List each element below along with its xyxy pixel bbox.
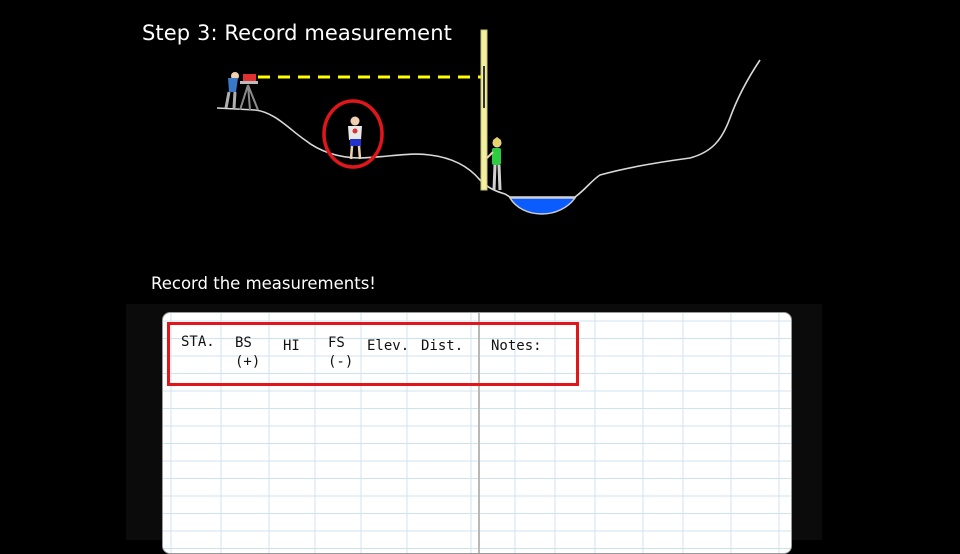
column-header-fs: FS (-) — [328, 334, 353, 372]
column-header-elev: Elev. — [367, 338, 410, 354]
column-header-notes: Notes: — [491, 338, 542, 354]
level-instrument-icon — [239, 74, 259, 111]
leveling-rod-icon — [480, 29, 488, 191]
slide-subtitle: Record the measurements! — [151, 274, 376, 293]
column-header-bs-label: BS (+) — [235, 335, 261, 370]
column-header-fs-label: FS (-) — [328, 335, 354, 370]
water-channel-icon — [508, 197, 577, 215]
column-header-dist: Dist. — [421, 338, 464, 354]
terrain-profile — [216, 59, 761, 198]
field-notebook: STA. BS (+) HI FS (-) Elev. Dist. Notes: — [162, 312, 792, 554]
surveyor-icon — [224, 72, 239, 109]
column-header-hi: HI — [283, 338, 300, 354]
column-header-bs: BS (+) — [235, 334, 260, 372]
survey-scene — [216, 29, 761, 215]
column-header-sta: STA. — [181, 334, 215, 350]
rodman-icon — [486, 137, 502, 191]
